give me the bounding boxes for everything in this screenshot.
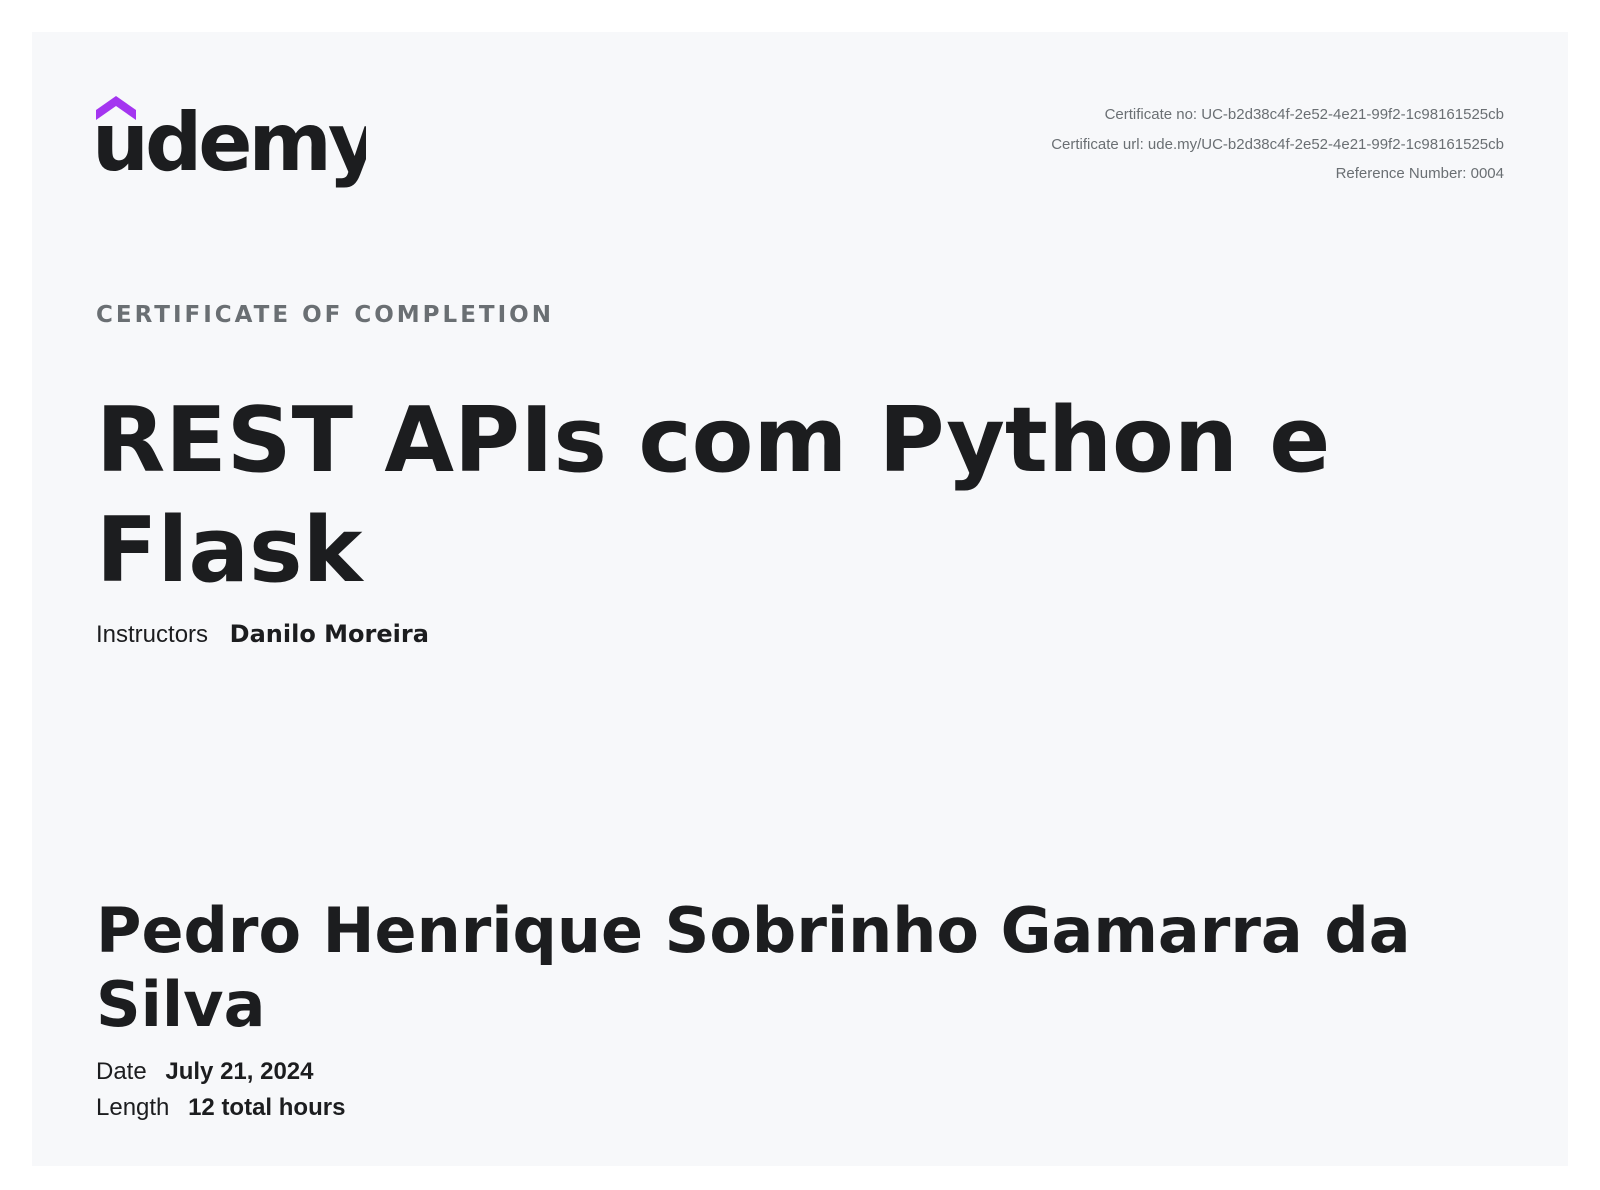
date-label: Date — [96, 1058, 147, 1085]
date-row: Date July 21, 2024 — [96, 1058, 314, 1086]
student-name: Pedro Henrique Sobrinho Gamarra da Silva — [96, 894, 1411, 1041]
date-value: July 21, 2024 — [165, 1058, 314, 1085]
instructor-name: Danilo Moreira — [229, 620, 429, 648]
length-value: 12 total hours — [188, 1094, 346, 1121]
instructors-label: Instructors — [96, 621, 209, 648]
certificate-meta: Certificate no: UC-b2d38c4f-2e52-4e21-99… — [1051, 100, 1504, 189]
instructors-row: Instructors Danilo Moreira — [96, 620, 429, 649]
udemy-logo: udemy — [96, 96, 366, 196]
udemy-logo-icon: udemy — [96, 96, 366, 189]
course-title: REST APIs com Python e Flask — [96, 388, 1331, 603]
certificate: udemy Certificate no: UC-b2d38c4f-2e52-4… — [32, 32, 1568, 1166]
length-row: Length 12 total hours — [96, 1094, 345, 1122]
certificate-url: Certificate url: ude.my/UC-b2d38c4f-2e52… — [1051, 135, 1504, 153]
certificate-number: Certificate no: UC-b2d38c4f-2e52-4e21-99… — [1104, 106, 1504, 123]
svg-text:udemy: udemy — [96, 96, 366, 189]
reference-number: Reference Number: 0004 — [1335, 165, 1504, 182]
length-label: Length — [96, 1094, 170, 1121]
certificate-heading: CERTIFICATE OF COMPLETION — [96, 302, 554, 328]
